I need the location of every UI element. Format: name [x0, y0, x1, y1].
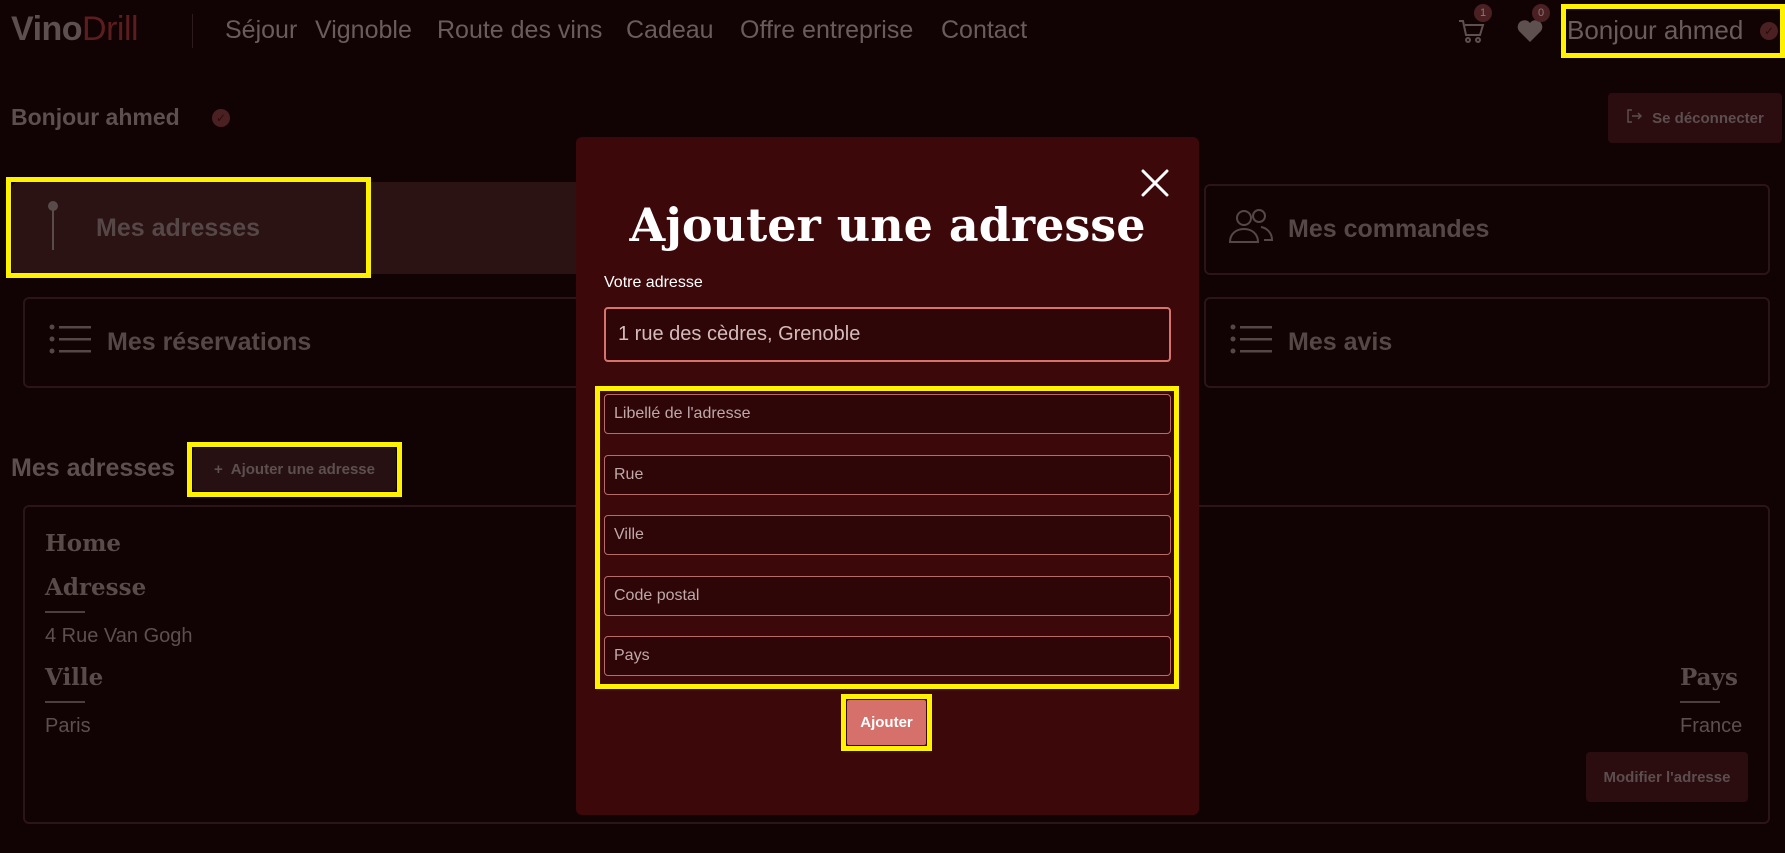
country-label: Pays — [1680, 664, 1738, 691]
card-label: Mes avis — [1288, 328, 1393, 356]
address-name: Home — [45, 530, 122, 557]
label-input[interactable]: Libellé de l'adresse — [604, 394, 1171, 434]
section-title: Mes adresses — [11, 454, 176, 482]
divider — [1680, 701, 1720, 703]
card-label: Mes réservations — [107, 328, 312, 356]
address-search-value: 1 rue des cèdres, Grenoble — [618, 323, 861, 345]
street-input-placeholder: Rue — [614, 466, 644, 483]
modal-title: Ajouter une adresse — [629, 198, 1146, 252]
logo-part-2: Drill — [82, 10, 139, 48]
user-menu[interactable]: Bonjour ahmed — [1567, 15, 1743, 46]
close-icon[interactable] — [1138, 166, 1172, 200]
city-input-placeholder: Ville — [614, 526, 644, 543]
card-mes-avis[interactable]: Mes avis — [1204, 297, 1770, 388]
city-value: Paris — [45, 715, 91, 737]
divider — [45, 701, 85, 703]
country-input-placeholder: Pays — [614, 647, 650, 664]
users-icon — [1228, 208, 1274, 251]
nav-link-vignoble[interactable]: Vignoble — [315, 16, 412, 45]
divider — [45, 611, 85, 613]
favorites-count-badge: 0 — [1532, 4, 1550, 22]
nav-link-cadeau[interactable]: Cadeau — [626, 16, 714, 45]
verified-icon: ✓ — [212, 109, 230, 127]
cart-count-badge: 1 — [1474, 4, 1492, 22]
card-label: Mes commandes — [1288, 215, 1490, 243]
card-mes-commandes[interactable]: Mes commandes — [1204, 184, 1770, 275]
postal-code-input-placeholder: Code postal — [614, 587, 700, 604]
address-value: 4 Rue Van Gogh — [45, 625, 193, 647]
logo[interactable]: VinoDrill — [11, 10, 139, 49]
logout-button[interactable]: Se déconnecter — [1608, 93, 1782, 143]
nav-link-route-des-vins[interactable]: Route des vins — [437, 16, 602, 45]
card-mes-adresses-highlight — [6, 177, 371, 278]
country-input[interactable]: Pays — [604, 636, 1171, 676]
verified-icon: ✓ — [1760, 22, 1778, 40]
page-greeting: Bonjour ahmed — [11, 104, 180, 130]
navbar: VinoDrill Séjour Vignoble Route des vins… — [0, 0, 1785, 62]
add-address-label: Ajouter une adresse — [230, 461, 375, 478]
city-input[interactable]: Ville — [604, 515, 1171, 555]
nav-link-offre-entreprise[interactable]: Offre entreprise — [740, 16, 913, 45]
country-value: France — [1680, 715, 1743, 737]
nav-divider — [192, 14, 193, 48]
city-label: Ville — [45, 664, 104, 691]
submit-button[interactable]: Ajouter — [847, 700, 926, 745]
postal-code-input[interactable]: Code postal — [604, 576, 1171, 616]
logout-icon — [1626, 108, 1643, 128]
label-input-placeholder: Libellé de l'adresse — [614, 405, 751, 422]
plus-icon: + — [214, 461, 223, 478]
edit-address-button[interactable]: Modifier l'adresse — [1586, 752, 1748, 802]
address-field-label: Votre adresse — [604, 274, 703, 291]
logo-part-1: Vino — [11, 10, 83, 48]
list-icon — [49, 324, 91, 361]
nav-link-sejour[interactable]: Séjour — [225, 16, 297, 45]
street-input[interactable]: Rue — [604, 455, 1171, 495]
list-icon — [1230, 324, 1272, 361]
nav-link-contact[interactable]: Contact — [941, 16, 1027, 45]
address-label: Adresse — [45, 574, 147, 601]
address-search-input[interactable]: 1 rue des cèdres, Grenoble — [604, 307, 1171, 362]
logout-label: Se déconnecter — [1652, 109, 1764, 127]
add-address-button[interactable]: + Ajouter une adresse — [193, 448, 396, 491]
